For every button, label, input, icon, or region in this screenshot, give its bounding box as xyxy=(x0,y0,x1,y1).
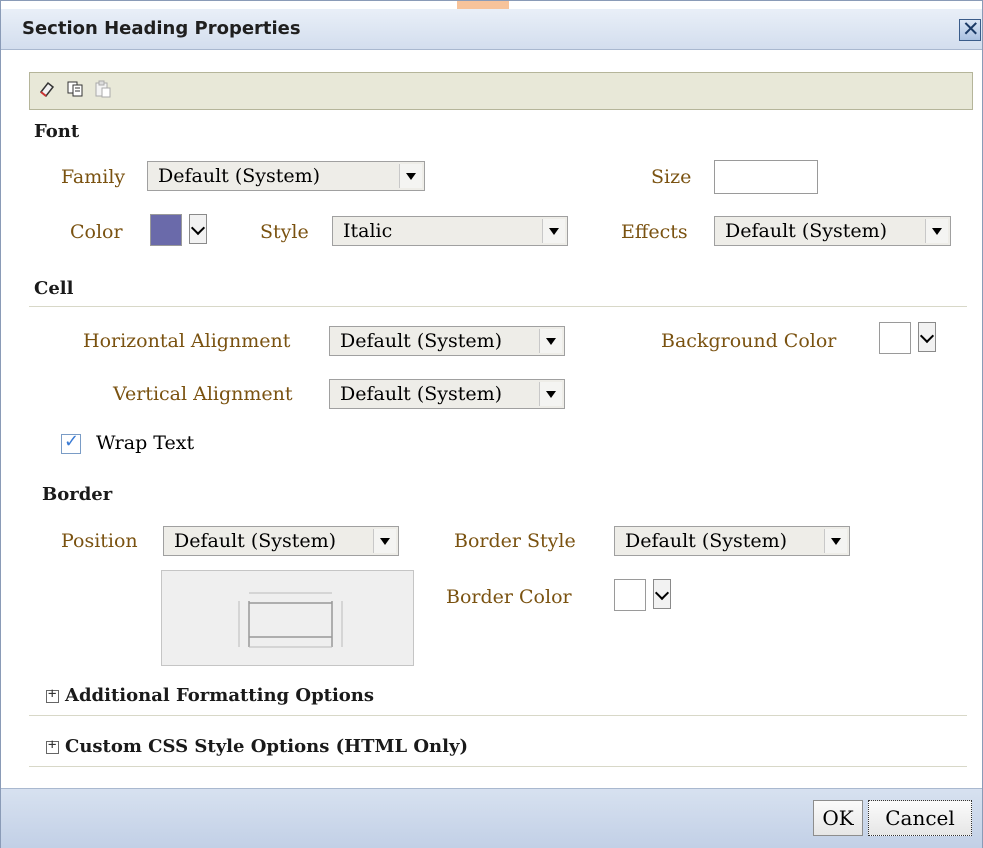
font-style-label: Style xyxy=(260,221,309,243)
chevron-down-icon xyxy=(399,164,422,188)
chevron-down-icon xyxy=(539,382,562,406)
border-color-swatch[interactable] xyxy=(614,579,646,611)
close-button[interactable]: ✕ xyxy=(959,17,981,41)
custom-css-divider xyxy=(29,766,967,767)
expand-icon[interactable]: + xyxy=(46,686,59,703)
font-effects-label: Effects xyxy=(621,221,688,243)
toolbar xyxy=(29,72,973,110)
ok-button-label: OK xyxy=(822,806,854,830)
font-size-label: Size xyxy=(651,166,692,188)
custom-css-style-options-toggle[interactable]: Custom CSS Style Options (HTML Only) xyxy=(65,736,468,757)
font-section-heading: Font xyxy=(34,121,80,142)
vertical-alignment-label: Vertical Alignment xyxy=(113,383,293,405)
font-color-swatch[interactable] xyxy=(150,214,182,246)
vertical-alignment-value: Default (System) xyxy=(340,383,503,405)
font-effects-value: Default (System) xyxy=(725,220,888,242)
chevron-down-icon xyxy=(539,329,562,353)
font-style-value: Italic xyxy=(343,220,393,242)
wrap-text-label: Wrap Text xyxy=(96,432,195,454)
chevron-down-icon xyxy=(373,529,396,553)
border-preview-diagram-icon xyxy=(238,592,343,648)
font-size-input[interactable] xyxy=(714,160,818,194)
border-style-value: Default (System) xyxy=(625,530,788,552)
cell-divider xyxy=(29,306,967,307)
eraser-icon[interactable] xyxy=(38,80,56,103)
font-color-dropdown-button[interactable] xyxy=(189,214,207,244)
dialog-title: Section Heading Properties xyxy=(22,18,301,39)
font-style-select[interactable]: Italic xyxy=(332,216,568,246)
title-bar: Section Heading Properties ✕ xyxy=(1,9,982,50)
font-family-label: Family xyxy=(61,166,126,188)
font-family-select[interactable]: Default (System) xyxy=(147,161,425,191)
chevron-down-icon xyxy=(925,219,948,243)
vertical-alignment-select[interactable]: Default (System) xyxy=(329,379,565,409)
additional-divider xyxy=(29,715,967,716)
copy-icon[interactable] xyxy=(66,80,84,103)
wrap-text-checkbox[interactable]: ✓ xyxy=(61,431,81,454)
dialog-footer: OK Cancel xyxy=(1,788,982,848)
checkmark-icon: ✓ xyxy=(64,431,80,452)
section-heading-properties-dialog: Section Heading Properties ✕ Font Family… xyxy=(0,0,983,848)
border-section-heading: Border xyxy=(42,484,113,505)
cancel-button[interactable]: Cancel xyxy=(868,800,972,836)
close-icon: ✕ xyxy=(962,17,980,41)
chevron-down-icon xyxy=(542,219,565,243)
border-position-label: Position xyxy=(61,530,138,552)
cell-section-heading: Cell xyxy=(34,278,74,299)
background-color-dropdown-button[interactable] xyxy=(918,322,936,352)
border-color-dropdown-button[interactable] xyxy=(653,579,671,609)
additional-formatting-options-toggle[interactable]: Additional Formatting Options xyxy=(65,685,374,706)
border-color-label: Border Color xyxy=(446,586,572,608)
paste-icon[interactable] xyxy=(94,80,112,103)
orange-tab-accent xyxy=(457,1,509,9)
font-effects-select[interactable]: Default (System) xyxy=(714,216,951,246)
chevron-down-icon xyxy=(824,529,847,553)
cancel-button-label: Cancel xyxy=(885,806,955,830)
border-style-label: Border Style xyxy=(454,530,576,552)
horizontal-alignment-select[interactable]: Default (System) xyxy=(329,326,565,356)
expand-icon[interactable]: + xyxy=(46,737,59,754)
font-family-value: Default (System) xyxy=(158,165,321,187)
border-style-select[interactable]: Default (System) xyxy=(614,526,850,556)
horizontal-alignment-value: Default (System) xyxy=(340,330,503,352)
background-color-swatch[interactable] xyxy=(879,322,911,354)
border-position-value: Default (System) xyxy=(174,530,337,552)
border-position-preview[interactable] xyxy=(161,570,414,666)
background-color-label: Background Color xyxy=(661,330,837,352)
border-position-select[interactable]: Default (System) xyxy=(163,526,399,556)
ok-button[interactable]: OK xyxy=(813,800,863,836)
font-color-label: Color xyxy=(70,221,123,243)
horizontal-alignment-label: Horizontal Alignment xyxy=(83,330,291,352)
